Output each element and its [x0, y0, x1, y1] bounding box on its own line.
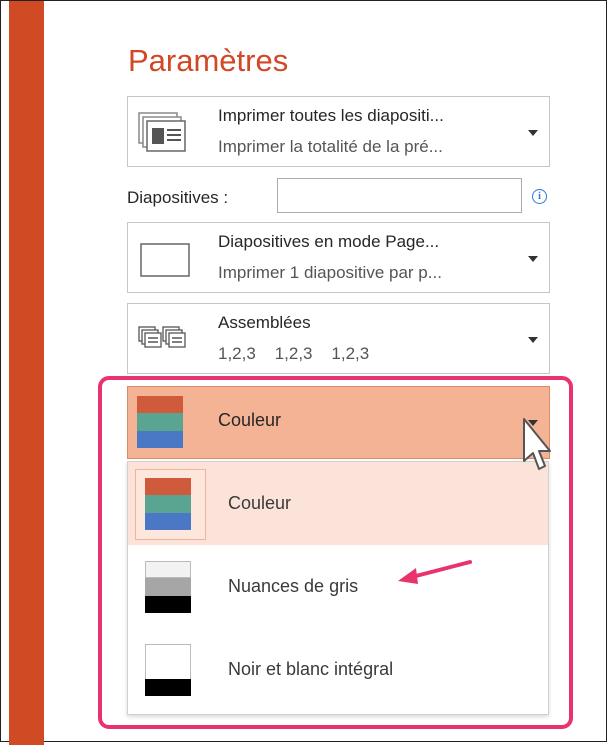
- layout-dropdown[interactable]: Diapositives en mode Page... Imprimer 1 …: [127, 222, 550, 293]
- info-icon[interactable]: i: [532, 189, 547, 204]
- settings-title: Paramètres: [128, 43, 289, 78]
- print-what-dropdown[interactable]: Imprimer toutes les diapositi... Imprime…: [127, 96, 550, 167]
- layout-main: Diapositives en mode Page...: [218, 232, 440, 251]
- print-all-slides-icon: [138, 112, 186, 152]
- annotation-arrow-icon: [398, 560, 472, 584]
- mouse-pointer-icon: [523, 418, 551, 470]
- print-settings-panel: Paramètres Imprimer toutes les diapositi…: [0, 0, 607, 745]
- collate-dropdown[interactable]: Assemblées 1,2,3 1,2,3 1,2,3: [127, 303, 550, 374]
- print-what-main: Imprimer toutes les diapositi...: [218, 106, 444, 125]
- collated-icon: [138, 326, 186, 348]
- slides-label: Diapositives :: [127, 188, 229, 207]
- dropdown-caret-icon: [528, 256, 538, 262]
- print-what-sub: Imprimer la totalité de la pré...: [218, 137, 443, 156]
- dropdown-caret-icon: [528, 337, 538, 343]
- full-page-slide-icon: [140, 243, 190, 277]
- slides-input[interactable]: [277, 178, 522, 213]
- layout-sub: Imprimer 1 diapositive par p...: [218, 263, 442, 282]
- collate-sub: 1,2,3 1,2,3 1,2,3: [218, 344, 370, 363]
- dropdown-caret-icon: [528, 130, 538, 136]
- backstage-accent-strip: [9, 1, 44, 745]
- collate-main: Assemblées: [218, 313, 311, 332]
- highlight-frame: [98, 376, 573, 729]
